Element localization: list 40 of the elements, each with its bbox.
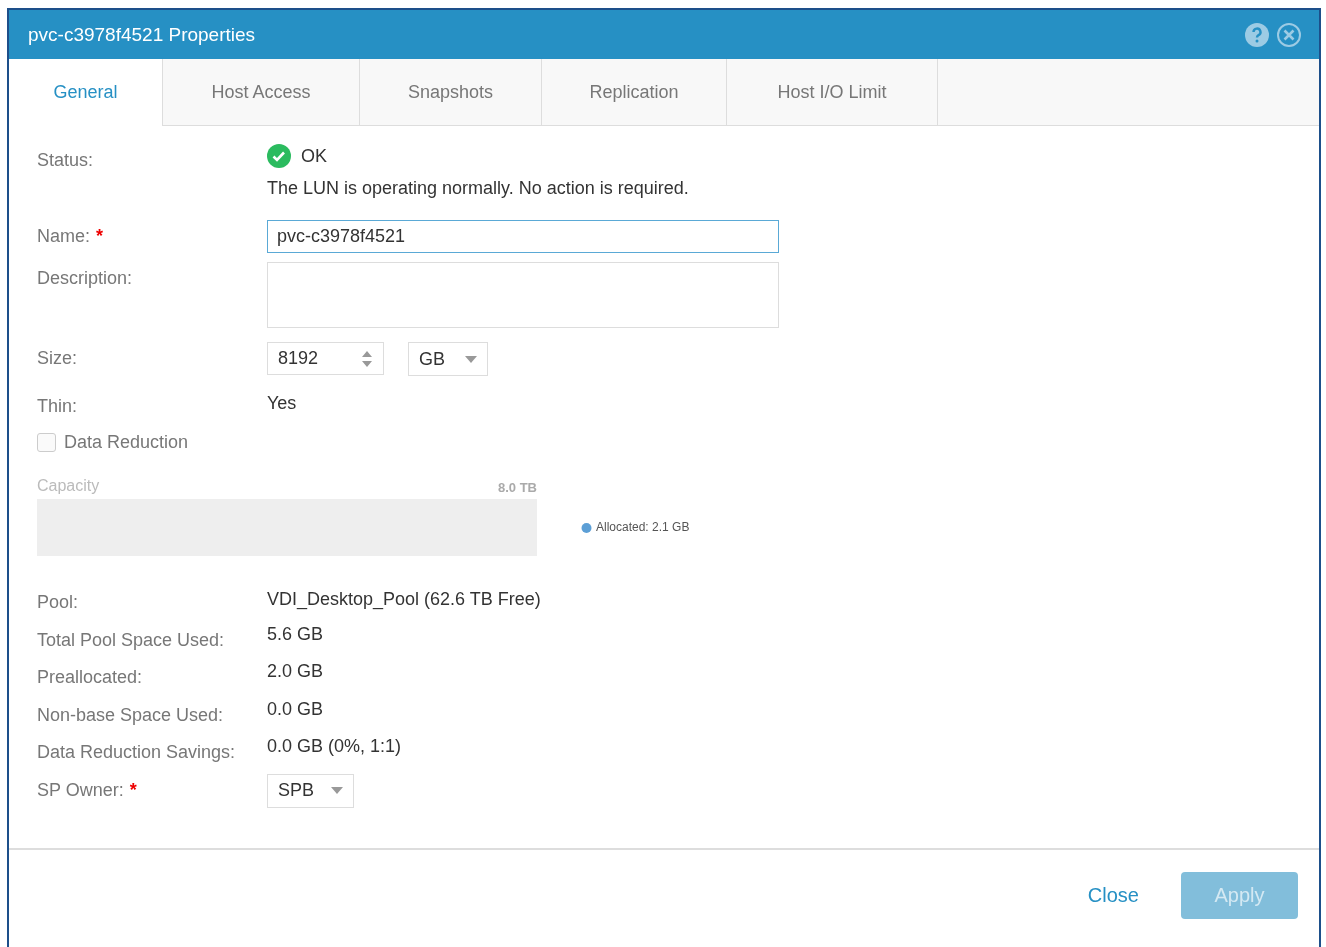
legend-item: Allocated: 2.1 GB [581,520,690,534]
window-title: pvc-c3978f4521 Properties [28,23,256,46]
status-value: OK [301,145,327,167]
field-label: SP Owner: [37,779,124,801]
checkbox[interactable] [37,433,56,452]
field-value: 0.0 GB (0%, 1:1) [267,736,402,757]
caret-icon [331,787,343,794]
unit-dropdown[interactable]: GB [408,342,488,376]
field-label: Preallocated: [37,666,144,688]
description-field[interactable] [267,262,779,328]
status-message: The LUN is operating normally. No action is required. [267,178,689,199]
sp-owner-dropdown[interactable]: SPB [267,773,354,808]
tab[interactable]: General [9,59,163,126]
field-label: Data Reduction Savings: [37,741,237,763]
legend-dot-icon [581,521,592,533]
field-value: 5.6 GB [267,623,324,645]
capacity-title: Capacity [37,477,100,495]
field-label: Status: [37,149,95,171]
field-label: Total Pool Space Used: [37,628,226,651]
field-label: Pool: [37,591,80,613]
close-link[interactable]: Close [1087,871,1139,919]
field-label: Name: [37,226,90,247]
field-label: Non-base Space Used: [37,703,225,726]
help-icon[interactable] [1245,22,1269,47]
size-field[interactable]: 8192 [267,342,384,375]
field-value: 2.0 GB [267,661,324,682]
data-reduction-checkbox[interactable]: Data Reduction [37,432,1319,453]
required-mark: * [96,226,104,247]
check-circle-icon [267,144,291,168]
field-label: Description: [37,267,134,289]
required-mark: * [129,779,137,801]
name-field[interactable]: pvc-c3978f4521 [267,220,779,253]
field-value: VDI_Desktop_Pool (62.6 TB Free) [267,588,541,610]
field-value: Yes [267,392,297,414]
capacity-total: 8.0 TB [498,480,537,495]
caret-icon [465,355,477,363]
field-value: 0.0 GB [267,698,324,720]
field-label: Thin: [37,395,79,417]
close-icon[interactable] [1277,22,1301,47]
field-label: Size: [37,347,79,369]
